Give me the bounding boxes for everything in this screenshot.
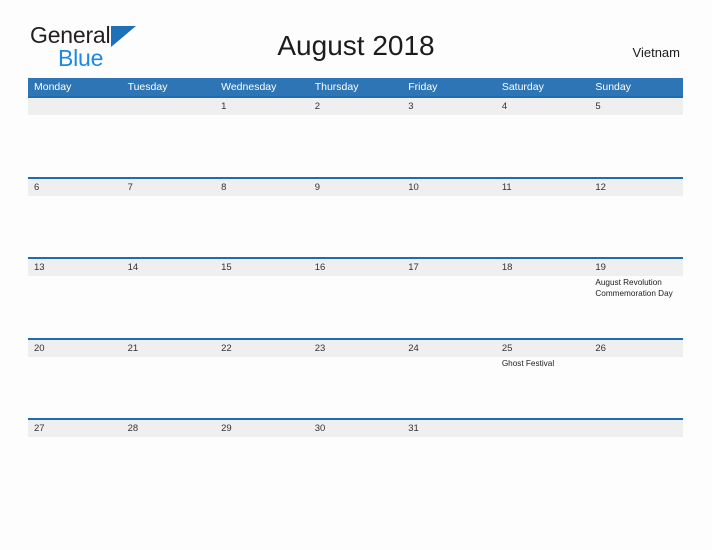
country-label: Vietnam	[632, 45, 680, 60]
day-number[interactable]: 24	[402, 340, 496, 357]
day-events-cell[interactable]	[309, 196, 403, 257]
day-events-cell[interactable]	[28, 196, 122, 257]
day-number[interactable]: 1	[215, 98, 309, 115]
weekday-header-sunday: Sunday	[595, 81, 631, 93]
day-number[interactable]: 14	[122, 259, 216, 276]
day-number[interactable]	[496, 420, 590, 437]
calendar-week-row: 13 14 15 16 17 18 19 August Revolution C…	[28, 257, 683, 338]
calendar-week-row: 20 21 22 23 24 25 26 Ghost Festival	[28, 337, 683, 419]
day-events-cell[interactable]	[122, 357, 216, 418]
day-number[interactable]: 19	[589, 259, 683, 276]
day-number[interactable]: 20	[28, 340, 122, 357]
day-events-cell[interactable]	[122, 437, 216, 498]
day-number[interactable]: 7	[122, 179, 216, 196]
weekday-header-thursday: Thursday	[314, 81, 359, 93]
day-events-cell[interactable]: Ghost Festival	[496, 357, 590, 418]
weekday-header-row: Monday Tuesday Wednesday Thursday Friday…	[28, 78, 683, 96]
day-events-cell[interactable]	[402, 196, 496, 257]
week-event-band: Ghost Festival	[28, 356, 683, 418]
calendar-table: Monday Tuesday Wednesday Thursday Friday…	[28, 78, 683, 499]
day-number[interactable]: 9	[309, 179, 403, 196]
day-events-cell[interactable]	[28, 437, 122, 498]
day-events-cell[interactable]	[589, 196, 683, 257]
week-date-band: 27 28 29 30 31	[28, 420, 683, 438]
week-event-band: August Revolution Commemoration Day	[28, 276, 683, 338]
week-event-band	[28, 195, 683, 257]
weekday-header-wednesday: Wednesday	[221, 81, 277, 93]
day-number[interactable]: 28	[122, 420, 216, 437]
day-number[interactable]	[122, 98, 216, 115]
calendar-week-row: 27 28 29 30 31	[28, 418, 683, 499]
day-events-cell[interactable]	[309, 276, 403, 337]
day-number[interactable]: 11	[496, 179, 590, 196]
weekday-header-monday: Monday	[34, 81, 72, 93]
day-number[interactable]: 21	[122, 340, 216, 357]
day-number[interactable]: 3	[402, 98, 496, 115]
day-number[interactable]: 26	[589, 340, 683, 357]
day-events-cell[interactable]	[28, 115, 122, 176]
day-events-cell[interactable]	[28, 276, 122, 337]
day-events-cell[interactable]	[402, 357, 496, 418]
day-events-cell[interactable]	[496, 196, 590, 257]
day-events-cell[interactable]	[215, 357, 309, 418]
day-events-cell[interactable]	[496, 276, 590, 337]
day-number[interactable]: 25	[496, 340, 590, 357]
day-number[interactable]: 2	[309, 98, 403, 115]
weekday-header-friday: Friday	[408, 81, 438, 93]
weekday-header-saturday: Saturday	[501, 81, 544, 93]
day-events-cell[interactable]	[496, 115, 590, 176]
day-number[interactable]: 13	[28, 259, 122, 276]
week-event-band	[28, 437, 683, 499]
page-header: General Blue August 2018 Vietnam	[0, 0, 712, 70]
day-events-cell[interactable]	[215, 437, 309, 498]
day-number[interactable]	[589, 420, 683, 437]
week-date-band: 1 2 3 4 5	[28, 98, 683, 115]
calendar-week-row: 1 2 3 4 5	[28, 96, 683, 177]
day-number[interactable]: 4	[496, 98, 590, 115]
day-number[interactable]: 10	[402, 179, 496, 196]
day-events-cell[interactable]	[309, 437, 403, 498]
day-number[interactable]: 16	[309, 259, 403, 276]
weekday-header-tuesday: Tuesday	[127, 81, 168, 93]
week-date-band: 6 7 8 9 10 11 12	[28, 178, 683, 196]
day-events-cell[interactable]	[28, 357, 122, 418]
page-title: August 2018	[277, 30, 435, 61]
day-number[interactable]: 8	[215, 179, 309, 196]
day-events-cell[interactable]	[589, 115, 683, 176]
day-number[interactable]: 17	[402, 259, 496, 276]
day-events-cell[interactable]	[402, 276, 496, 337]
day-events-cell[interactable]	[122, 115, 216, 176]
day-number[interactable]: 30	[309, 420, 403, 437]
event-label: Ghost Festival	[501, 358, 555, 368]
day-number[interactable]: 6	[28, 179, 122, 196]
week-date-band: 13 14 15 16 17 18 19	[28, 259, 683, 277]
day-number[interactable]: 12	[589, 179, 683, 196]
day-events-cell[interactable]: August Revolution Commemoration Day	[589, 276, 683, 337]
day-number[interactable]: 27	[28, 420, 122, 437]
day-number[interactable]: 23	[309, 340, 403, 357]
day-events-cell[interactable]	[309, 115, 403, 176]
day-events-cell[interactable]	[589, 437, 683, 498]
day-events-cell[interactable]	[496, 437, 590, 498]
day-number[interactable]: 18	[496, 259, 590, 276]
day-events-cell[interactable]	[215, 196, 309, 257]
day-number[interactable]: 29	[215, 420, 309, 437]
day-events-cell[interactable]	[402, 115, 496, 176]
day-events-cell[interactable]	[122, 276, 216, 337]
day-events-cell[interactable]	[215, 115, 309, 176]
day-number[interactable]	[28, 98, 122, 115]
day-number[interactable]: 15	[215, 259, 309, 276]
event-label: August Revolution Commemoration Day	[595, 278, 673, 299]
day-number[interactable]: 22	[215, 340, 309, 357]
day-number[interactable]: 5	[589, 98, 683, 115]
calendar-week-row: 6 7 8 9 10 11 12	[28, 176, 683, 258]
day-events-cell[interactable]	[122, 196, 216, 257]
week-event-band	[28, 115, 683, 176]
day-events-cell[interactable]	[309, 357, 403, 418]
day-events-cell[interactable]	[402, 437, 496, 498]
day-events-cell[interactable]	[589, 357, 683, 418]
day-number[interactable]: 31	[402, 420, 496, 437]
week-date-band: 20 21 22 23 24 25 26	[28, 339, 683, 357]
day-events-cell[interactable]	[215, 276, 309, 337]
